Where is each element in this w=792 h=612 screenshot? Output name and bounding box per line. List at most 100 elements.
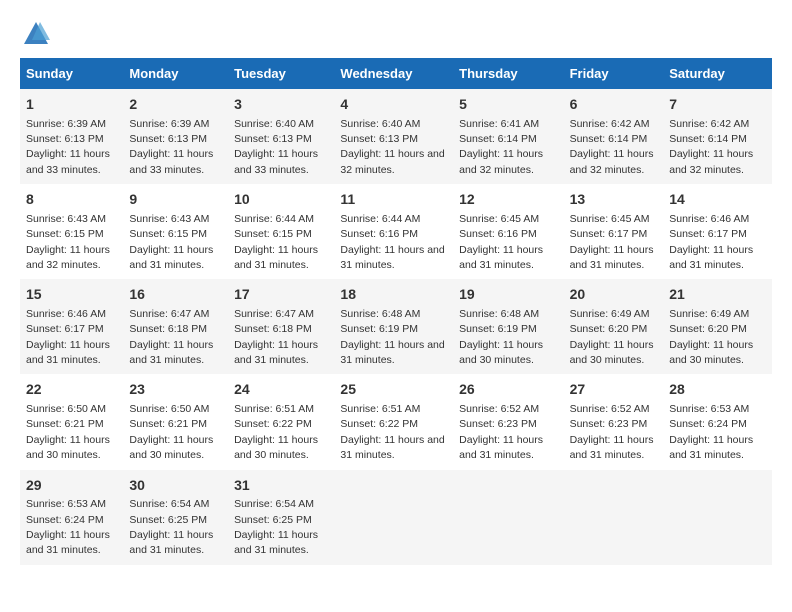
day-header: Friday: [564, 58, 664, 89]
day-header: Wednesday: [334, 58, 453, 89]
day-header: Monday: [123, 58, 228, 89]
day-header: Sunday: [20, 58, 123, 89]
day-info: Sunrise: 6:50 AMSunset: 6:21 PMDaylight:…: [129, 403, 213, 461]
calendar-day-cell: 22 Sunrise: 6:50 AMSunset: 6:21 PMDaylig…: [20, 374, 123, 469]
day-header: Thursday: [453, 58, 563, 89]
calendar-day-cell: 17 Sunrise: 6:47 AMSunset: 6:18 PMDaylig…: [228, 279, 334, 374]
calendar-day-cell: 1 Sunrise: 6:39 AMSunset: 6:13 PMDayligh…: [20, 89, 123, 184]
calendar-day-cell: [564, 470, 664, 565]
calendar-header-row: SundayMondayTuesdayWednesdayThursdayFrid…: [20, 58, 772, 89]
calendar-week-row: 1 Sunrise: 6:39 AMSunset: 6:13 PMDayligh…: [20, 89, 772, 184]
day-info: Sunrise: 6:44 AMSunset: 6:15 PMDaylight:…: [234, 213, 318, 271]
day-info: Sunrise: 6:43 AMSunset: 6:15 PMDaylight:…: [129, 213, 213, 271]
calendar-day-cell: 29 Sunrise: 6:53 AMSunset: 6:24 PMDaylig…: [20, 470, 123, 565]
calendar-day-cell: 19 Sunrise: 6:48 AMSunset: 6:19 PMDaylig…: [453, 279, 563, 374]
day-info: Sunrise: 6:43 AMSunset: 6:15 PMDaylight:…: [26, 213, 110, 271]
calendar-day-cell: 27 Sunrise: 6:52 AMSunset: 6:23 PMDaylig…: [564, 374, 664, 469]
calendar-week-row: 8 Sunrise: 6:43 AMSunset: 6:15 PMDayligh…: [20, 184, 772, 279]
logo-icon: [22, 20, 50, 48]
calendar-day-cell: 28 Sunrise: 6:53 AMSunset: 6:24 PMDaylig…: [663, 374, 772, 469]
day-info: Sunrise: 6:39 AMSunset: 6:13 PMDaylight:…: [26, 118, 110, 176]
day-number: 10: [234, 190, 328, 210]
day-number: 29: [26, 476, 117, 496]
calendar-week-row: 15 Sunrise: 6:46 AMSunset: 6:17 PMDaylig…: [20, 279, 772, 374]
day-info: Sunrise: 6:41 AMSunset: 6:14 PMDaylight:…: [459, 118, 543, 176]
day-number: 11: [340, 190, 447, 210]
day-info: Sunrise: 6:47 AMSunset: 6:18 PMDaylight:…: [129, 308, 213, 366]
day-info: Sunrise: 6:45 AMSunset: 6:16 PMDaylight:…: [459, 213, 543, 271]
day-number: 23: [129, 380, 222, 400]
day-number: 9: [129, 190, 222, 210]
calendar-day-cell: 26 Sunrise: 6:52 AMSunset: 6:23 PMDaylig…: [453, 374, 563, 469]
day-number: 6: [570, 95, 658, 115]
calendar-day-cell: 24 Sunrise: 6:51 AMSunset: 6:22 PMDaylig…: [228, 374, 334, 469]
day-number: 27: [570, 380, 658, 400]
calendar-table: SundayMondayTuesdayWednesdayThursdayFrid…: [20, 58, 772, 565]
calendar-day-cell: 10 Sunrise: 6:44 AMSunset: 6:15 PMDaylig…: [228, 184, 334, 279]
calendar-day-cell: [663, 470, 772, 565]
day-info: Sunrise: 6:51 AMSunset: 6:22 PMDaylight:…: [234, 403, 318, 461]
day-info: Sunrise: 6:44 AMSunset: 6:16 PMDaylight:…: [340, 213, 444, 271]
day-number: 7: [669, 95, 766, 115]
day-number: 22: [26, 380, 117, 400]
calendar-week-row: 29 Sunrise: 6:53 AMSunset: 6:24 PMDaylig…: [20, 470, 772, 565]
day-info: Sunrise: 6:40 AMSunset: 6:13 PMDaylight:…: [234, 118, 318, 176]
day-info: Sunrise: 6:42 AMSunset: 6:14 PMDaylight:…: [570, 118, 654, 176]
calendar-day-cell: 25 Sunrise: 6:51 AMSunset: 6:22 PMDaylig…: [334, 374, 453, 469]
calendar-day-cell: [334, 470, 453, 565]
day-number: 4: [340, 95, 447, 115]
calendar-day-cell: 3 Sunrise: 6:40 AMSunset: 6:13 PMDayligh…: [228, 89, 334, 184]
calendar-day-cell: 23 Sunrise: 6:50 AMSunset: 6:21 PMDaylig…: [123, 374, 228, 469]
day-number: 31: [234, 476, 328, 496]
calendar-day-cell: 31 Sunrise: 6:54 AMSunset: 6:25 PMDaylig…: [228, 470, 334, 565]
day-header: Tuesday: [228, 58, 334, 89]
day-number: 24: [234, 380, 328, 400]
day-number: 3: [234, 95, 328, 115]
day-info: Sunrise: 6:54 AMSunset: 6:25 PMDaylight:…: [234, 498, 318, 556]
day-info: Sunrise: 6:50 AMSunset: 6:21 PMDaylight:…: [26, 403, 110, 461]
calendar-day-cell: 18 Sunrise: 6:48 AMSunset: 6:19 PMDaylig…: [334, 279, 453, 374]
calendar-day-cell: 16 Sunrise: 6:47 AMSunset: 6:18 PMDaylig…: [123, 279, 228, 374]
calendar-week-row: 22 Sunrise: 6:50 AMSunset: 6:21 PMDaylig…: [20, 374, 772, 469]
day-number: 13: [570, 190, 658, 210]
day-info: Sunrise: 6:53 AMSunset: 6:24 PMDaylight:…: [669, 403, 753, 461]
day-number: 20: [570, 285, 658, 305]
day-info: Sunrise: 6:45 AMSunset: 6:17 PMDaylight:…: [570, 213, 654, 271]
day-number: 17: [234, 285, 328, 305]
calendar-day-cell: 7 Sunrise: 6:42 AMSunset: 6:14 PMDayligh…: [663, 89, 772, 184]
day-info: Sunrise: 6:52 AMSunset: 6:23 PMDaylight:…: [570, 403, 654, 461]
page-header: [20, 20, 772, 48]
day-number: 30: [129, 476, 222, 496]
day-number: 25: [340, 380, 447, 400]
day-info: Sunrise: 6:51 AMSunset: 6:22 PMDaylight:…: [340, 403, 444, 461]
day-info: Sunrise: 6:49 AMSunset: 6:20 PMDaylight:…: [669, 308, 753, 366]
calendar-day-cell: 9 Sunrise: 6:43 AMSunset: 6:15 PMDayligh…: [123, 184, 228, 279]
day-number: 15: [26, 285, 117, 305]
day-info: Sunrise: 6:48 AMSunset: 6:19 PMDaylight:…: [340, 308, 444, 366]
day-number: 2: [129, 95, 222, 115]
calendar-day-cell: 8 Sunrise: 6:43 AMSunset: 6:15 PMDayligh…: [20, 184, 123, 279]
day-number: 5: [459, 95, 557, 115]
calendar-day-cell: 2 Sunrise: 6:39 AMSunset: 6:13 PMDayligh…: [123, 89, 228, 184]
day-number: 1: [26, 95, 117, 115]
day-number: 21: [669, 285, 766, 305]
day-number: 16: [129, 285, 222, 305]
calendar-day-cell: 20 Sunrise: 6:49 AMSunset: 6:20 PMDaylig…: [564, 279, 664, 374]
day-number: 8: [26, 190, 117, 210]
day-number: 26: [459, 380, 557, 400]
calendar-day-cell: 13 Sunrise: 6:45 AMSunset: 6:17 PMDaylig…: [564, 184, 664, 279]
day-number: 12: [459, 190, 557, 210]
calendar-day-cell: 21 Sunrise: 6:49 AMSunset: 6:20 PMDaylig…: [663, 279, 772, 374]
day-info: Sunrise: 6:53 AMSunset: 6:24 PMDaylight:…: [26, 498, 110, 556]
calendar-day-cell: 11 Sunrise: 6:44 AMSunset: 6:16 PMDaylig…: [334, 184, 453, 279]
day-header: Saturday: [663, 58, 772, 89]
calendar-day-cell: 12 Sunrise: 6:45 AMSunset: 6:16 PMDaylig…: [453, 184, 563, 279]
day-info: Sunrise: 6:54 AMSunset: 6:25 PMDaylight:…: [129, 498, 213, 556]
day-info: Sunrise: 6:48 AMSunset: 6:19 PMDaylight:…: [459, 308, 543, 366]
day-info: Sunrise: 6:46 AMSunset: 6:17 PMDaylight:…: [669, 213, 753, 271]
day-info: Sunrise: 6:40 AMSunset: 6:13 PMDaylight:…: [340, 118, 444, 176]
calendar-day-cell: 4 Sunrise: 6:40 AMSunset: 6:13 PMDayligh…: [334, 89, 453, 184]
day-info: Sunrise: 6:49 AMSunset: 6:20 PMDaylight:…: [570, 308, 654, 366]
calendar-day-cell: 5 Sunrise: 6:41 AMSunset: 6:14 PMDayligh…: [453, 89, 563, 184]
day-info: Sunrise: 6:39 AMSunset: 6:13 PMDaylight:…: [129, 118, 213, 176]
